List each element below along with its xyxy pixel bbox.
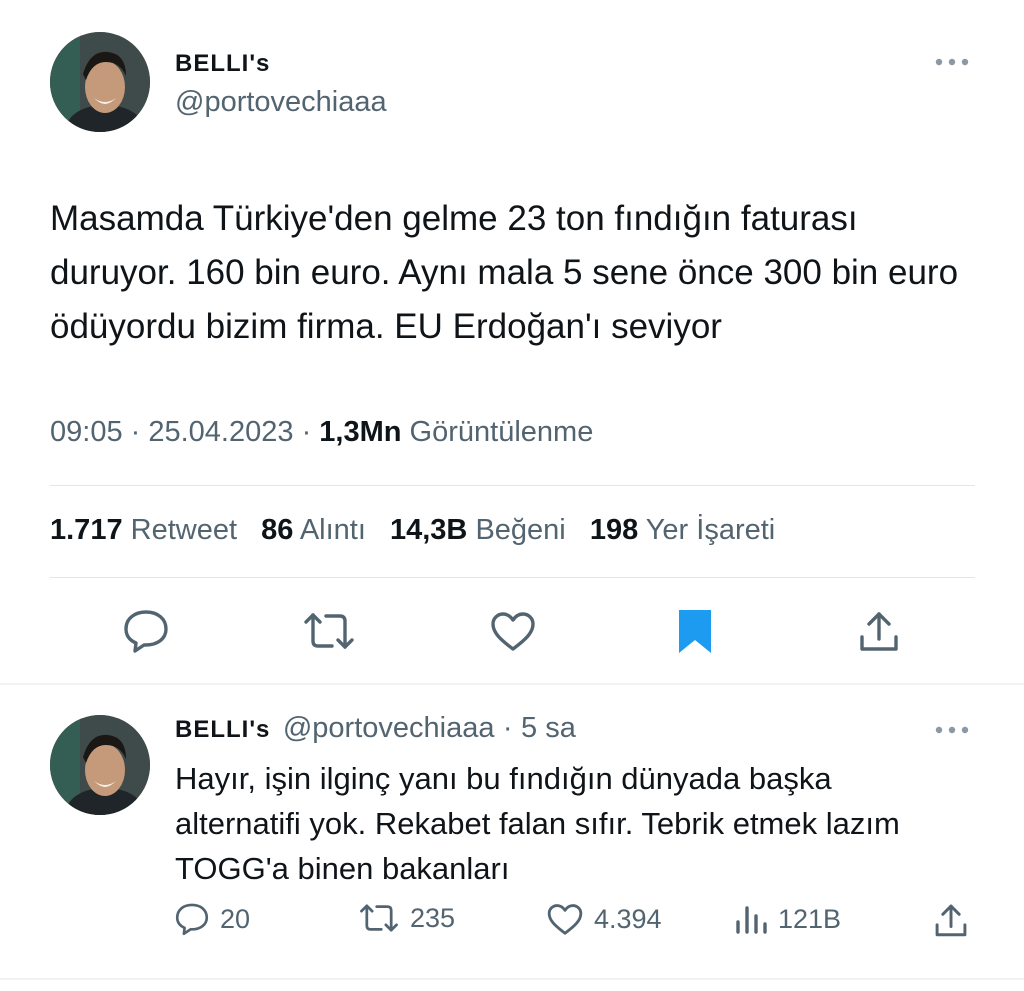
views-count: 1,3Mn [319,416,402,448]
author-avatar[interactable] [50,32,150,132]
like-count: 4.394 [594,903,662,934]
bottom-divider [0,978,1024,980]
reply-text: Hayır, işin ilginç yanı bu fındığın düny… [175,761,900,886]
like-icon [547,904,583,935]
thread-divider [0,683,1024,685]
stat-likes[interactable]: 14,3B Beğeni [390,514,566,546]
reply-author-name[interactable]: BELLI's [175,716,270,743]
reply-views-button[interactable]: 121B [734,902,841,936]
reply-header: BELLI's @portovechiaaa · 5 sa [175,712,576,745]
tweet-text: Masamda Türkiye'den gelme 23 ton fındığı… [50,199,959,346]
views-label: Görüntülenme [409,416,594,448]
bookmark-icon[interactable] [676,607,714,655]
stat-retweets[interactable]: 1.717 Retweet [50,514,237,546]
reply-author-handle[interactable]: @portovechiaaa [283,712,495,744]
author-name[interactable]: BELLI's [175,50,270,78]
reply-icon [175,903,209,936]
meta-separator: · [130,416,149,448]
tweet-time[interactable]: 09:05 [50,416,123,448]
share-icon[interactable] [857,609,901,653]
retweet-count: 235 [410,902,456,933]
reply-count: 20 [220,903,251,934]
author-handle[interactable]: @portovechiaaa [175,86,387,119]
reply-age[interactable]: 5 sa [521,712,576,744]
reply-share-button[interactable] [933,902,979,938]
retweet-icon [360,904,398,932]
reply-like-button[interactable]: 4.394 [546,902,662,936]
avatar-photo [50,715,150,815]
reply-icon[interactable] [122,608,170,654]
like-icon[interactable] [489,610,537,652]
reply-reply-button[interactable]: 20 [174,902,250,936]
reply-more-options-icon[interactable] [934,724,970,736]
tweet-stats: 1.717 Retweet 86 Alıntı 14,3B Beğeni 198… [50,514,791,547]
stat-quotes[interactable]: 86 Alıntı [261,514,366,546]
tweet-meta: 09:05 · 25.04.2023 · 1,3Mn Görüntülenme [50,416,593,449]
views-icon [736,906,767,934]
share-icon [935,904,967,937]
stat-bookmarks[interactable]: 198 Yer İşareti [590,514,775,546]
retweet-icon[interactable] [302,610,356,652]
divider [50,577,975,578]
tweet-date[interactable]: 25.04.2023 [148,416,293,448]
reply-separator: · [502,712,513,744]
avatar-photo [50,32,150,132]
reply-retweet-button[interactable]: 235 [358,902,455,934]
meta-separator: · [301,416,320,448]
views-count: 121B [778,903,842,934]
reply-author-avatar[interactable] [50,715,150,815]
divider [50,485,975,486]
more-options-icon[interactable] [934,56,970,68]
